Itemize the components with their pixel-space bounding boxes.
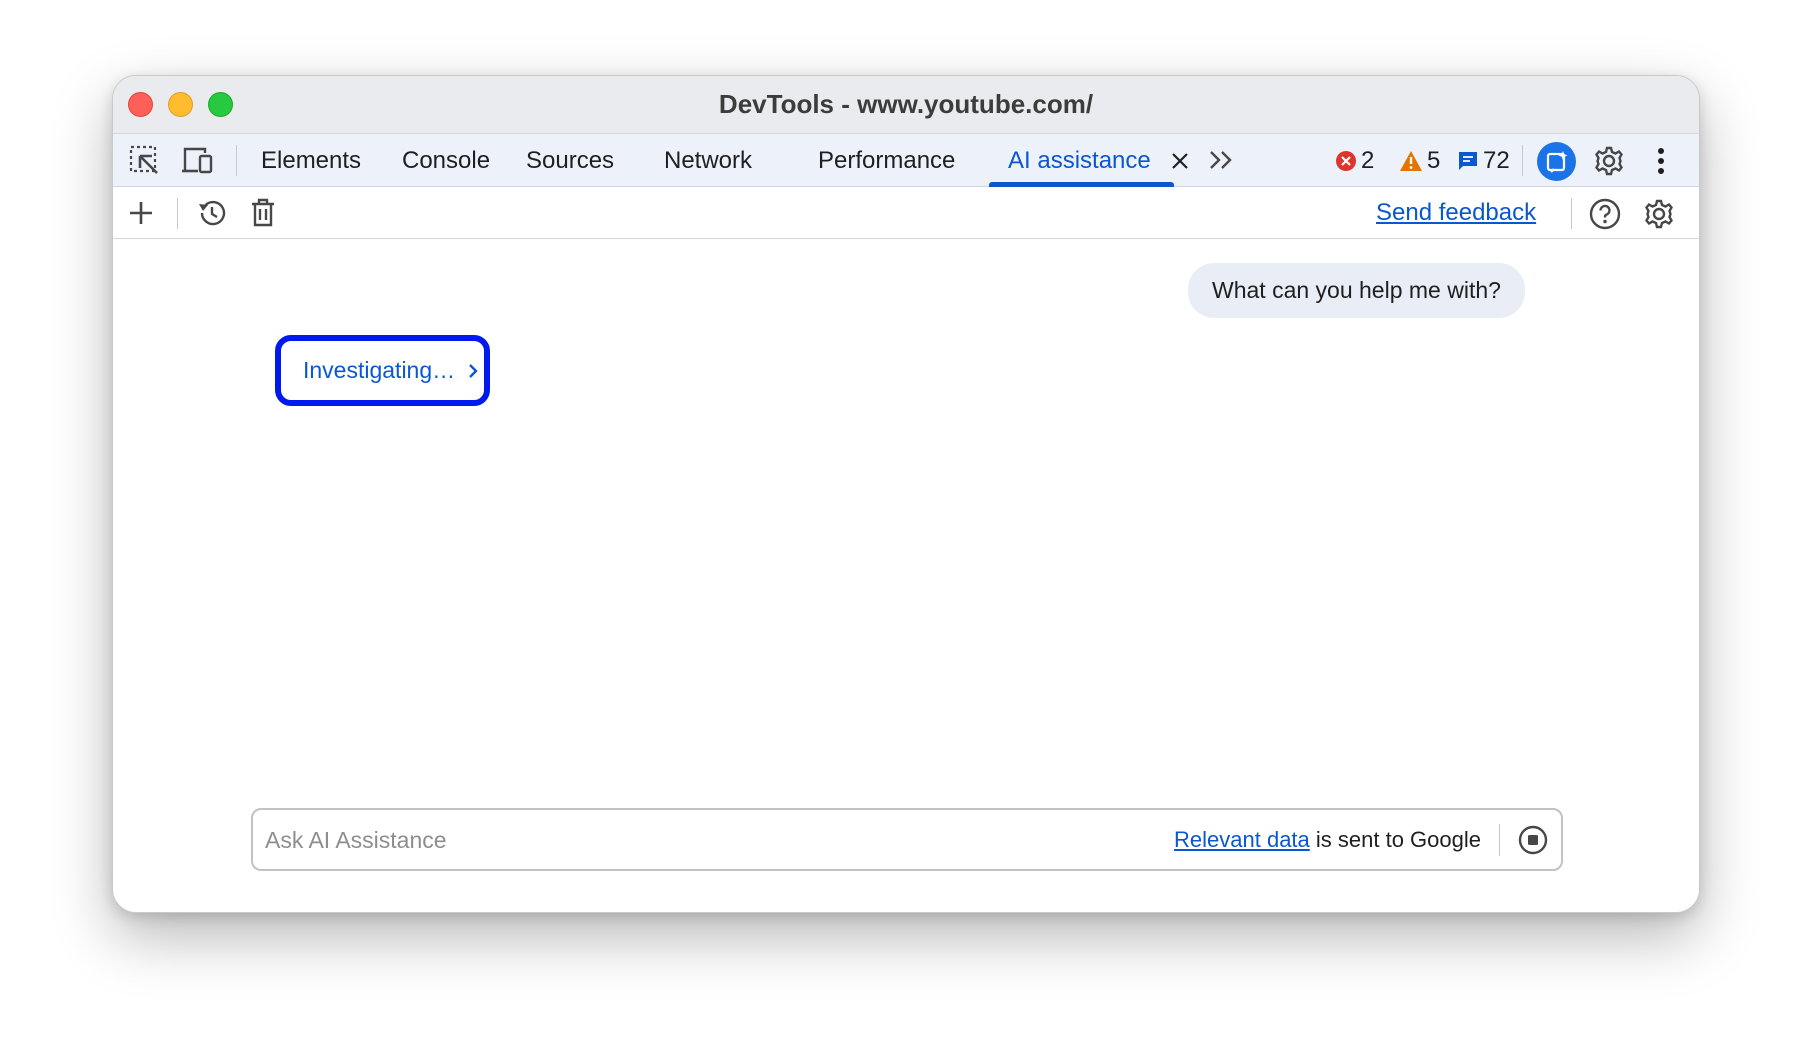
close-tab-icon[interactable] [1168,149,1192,173]
tab-network[interactable]: Network [664,134,752,187]
toolbar-divider [1571,198,1572,229]
error-icon [1336,150,1356,171]
ai-settings-gear-icon[interactable] [1641,196,1677,232]
toolbar-divider [177,198,178,229]
send-feedback-link[interactable]: Send feedback [1376,199,1536,227]
tab-console[interactable]: Console [402,134,490,187]
warning-icon [1400,150,1422,171]
data-disclaimer: Relevant data is sent to Google [1174,827,1481,853]
delete-trash-icon[interactable] [247,196,279,230]
stop-icon[interactable] [1515,822,1551,858]
ai-toolbar: Send feedback [113,187,1699,239]
title-bar: DevTools - www.youtube.com/ [113,76,1699,134]
investigating-label: Investigating… [303,357,456,383]
relevant-data-link[interactable]: Relevant data [1174,827,1310,852]
error-counter[interactable]: 2 [1335,134,1374,187]
help-icon[interactable] [1587,196,1623,232]
tab-ai-assistance[interactable]: AI assistance [1008,134,1151,187]
tab-elements[interactable]: Elements [261,134,361,187]
tab-sources[interactable]: Sources [526,134,614,187]
inspect-element-icon[interactable] [127,143,161,177]
settings-gear-icon[interactable] [1591,143,1627,179]
toolbar-divider [236,145,237,176]
tab-performance[interactable]: Performance [818,134,955,187]
warning-counter[interactable]: 5 [1399,134,1440,187]
ai-assistance-icon[interactable] [1537,142,1576,181]
message-icon [1459,151,1477,170]
new-chat-plus-icon[interactable] [125,197,157,229]
more-tabs-chevron-icon[interactable] [1206,146,1236,174]
error-count: 2 [1361,146,1375,174]
ask-ai-input[interactable] [265,822,1025,858]
chevron-right-icon [467,362,479,380]
disclaimer-text: is sent to Google [1309,827,1481,852]
device-toolbar-icon[interactable] [181,143,215,177]
investigating-step-button[interactable]: Investigating… [275,335,490,406]
toolbar-divider [1522,145,1523,176]
window-title: DevTools - www.youtube.com/ [718,89,1094,119]
chat-input-container: Relevant data is sent to Google [251,808,1563,871]
user-message-bubble: What can you help me with? [1188,263,1525,318]
message-counter[interactable]: 72 [1457,134,1510,187]
devtools-window: DevTools - www.youtube.com/ Elements Con… [112,75,1700,913]
input-divider [1499,824,1500,856]
main-toolbar: Elements Console Sources Network Perform… [113,134,1699,187]
more-options-icon[interactable] [1647,143,1675,179]
warning-count: 5 [1427,146,1441,174]
history-icon[interactable] [195,196,229,230]
message-count: 72 [1483,146,1510,174]
